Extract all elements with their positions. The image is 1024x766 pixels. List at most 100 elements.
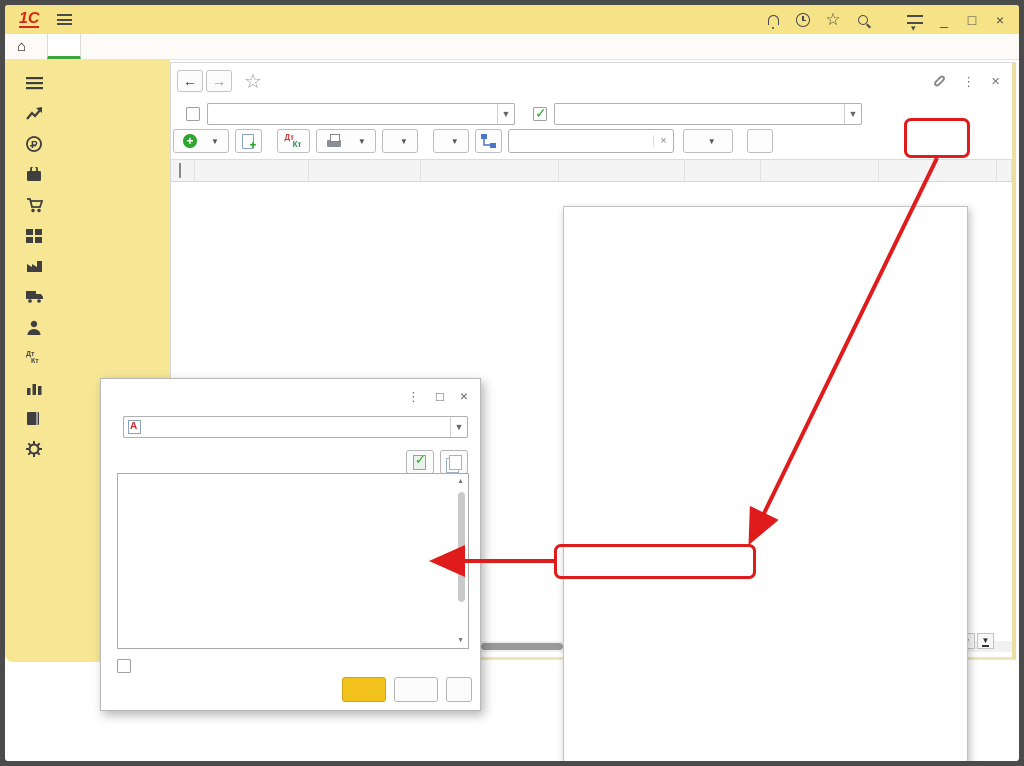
tab-home[interactable]: ⌂ <box>5 34 47 59</box>
context-menu <box>563 206 968 766</box>
notifications-icon[interactable] <box>763 10 783 30</box>
sidebar-item-zarplata-kadry[interactable] <box>5 312 170 343</box>
form-toolbar: +▼ ▼ ▼ ▼ × ▼ <box>171 127 1012 155</box>
bag-icon <box>26 167 43 182</box>
tab-bar: ⌂ <box>5 34 1019 60</box>
dialog-help-button[interactable] <box>446 677 472 702</box>
sidebar-item-prodazhi[interactable] <box>5 160 170 191</box>
check-all-button[interactable] <box>406 450 434 474</box>
trend-chart-icon <box>26 107 43 121</box>
person-icon <box>26 320 43 335</box>
sidebar-item-bank-kassa[interactable]: P <box>5 129 170 160</box>
tab-postuplenie[interactable] <box>47 34 81 59</box>
list-scroll-up-icon[interactable]: ▲ <box>457 478 464 485</box>
bar-chart-icon <box>26 381 43 395</box>
global-search-icon[interactable] <box>853 10 873 30</box>
list-scrollbar-thumb[interactable] <box>458 492 465 602</box>
filter-row: ▼ ▼ <box>171 101 1012 127</box>
sidebar-item-glavnoe[interactable] <box>5 68 170 99</box>
forward-button[interactable]: → <box>206 70 232 92</box>
search-input[interactable]: × <box>508 129 674 153</box>
chevron-down-icon[interactable]: ▼ <box>497 104 514 124</box>
related-documents-button[interactable] <box>475 129 502 153</box>
close-window-button[interactable]: × <box>991 12 1009 28</box>
print-button[interactable]: ▼ <box>316 129 376 153</box>
kontragent-checkbox[interactable] <box>186 107 200 121</box>
sidebar-item-sklad[interactable] <box>5 221 170 252</box>
sidebar-item-os-nma[interactable] <box>5 282 170 313</box>
sidebar-item-rukovoditelyu[interactable] <box>5 99 170 130</box>
dialog-menu-icon[interactable]: ⋮ <box>407 394 420 399</box>
kontragent-combo[interactable]: ▼ <box>207 103 515 125</box>
gear-icon <box>26 441 43 457</box>
column-header-sum[interactable] <box>559 160 685 181</box>
factory-icon <box>26 259 43 273</box>
sidebar-item-pokupki[interactable] <box>5 190 170 221</box>
list-scroll-down-icon[interactable]: ▼ <box>457 637 464 644</box>
column-header-currency[interactable] <box>685 160 761 181</box>
ruble-circle-icon: P <box>26 136 43 152</box>
column-header-warehouse[interactable] <box>879 160 997 181</box>
column-header-contractor[interactable] <box>421 160 559 181</box>
title-bar: 1С ☆ _ □ × <box>5 5 1019 34</box>
attachment-column-header[interactable] <box>171 160 195 181</box>
dt-kt-icon: ДтКт <box>26 351 43 365</box>
menu-lines-icon <box>26 76 43 90</box>
copy-button[interactable] <box>235 129 262 153</box>
copy-document-icon <box>239 133 257 149</box>
1c-logo-icon: 1С <box>19 11 39 28</box>
chevron-down-icon[interactable]: ▼ <box>844 104 861 124</box>
clear-search-icon[interactable]: × <box>653 135 666 147</box>
form-menu-icon[interactable]: ⋮ <box>962 79 975 84</box>
column-header-date[interactable] <box>195 160 309 181</box>
maximize-button[interactable]: □ <box>963 12 981 28</box>
favorites-icon[interactable]: ☆ <box>823 10 843 30</box>
app-window: 1С ☆ _ □ × ⌂ <box>0 0 1024 766</box>
minimize-button[interactable]: _ <box>935 12 953 28</box>
load-button[interactable]: ▼ <box>382 129 418 153</box>
more-button[interactable]: ▼ <box>683 129 733 153</box>
structure-icon <box>481 134 496 148</box>
output-to-combo[interactable]: ▼ <box>123 416 468 438</box>
main-menu-icon[interactable] <box>57 14 72 25</box>
cancel-button[interactable] <box>394 677 438 702</box>
form-header: ← → ☆ ⋮ × <box>171 63 1012 99</box>
output-list-dialog: ⋮ □ × ▼ ▲ ▼ <box>100 378 481 711</box>
column-header-vid[interactable] <box>997 160 1012 181</box>
paperclip-icon <box>179 163 181 178</box>
history-icon[interactable] <box>793 10 813 30</box>
dialog-maximize-icon[interactable]: □ <box>436 389 444 404</box>
uncheck-all-button[interactable] <box>440 450 468 474</box>
help-button[interactable] <box>747 129 773 153</box>
scrollbar-thumb[interactable] <box>481 643 563 650</box>
spreadsheet-document-icon <box>128 420 141 434</box>
table-header <box>171 159 1012 182</box>
sidebar-item-proizvodstvo[interactable] <box>5 251 170 282</box>
ok-button[interactable] <box>342 677 386 702</box>
favorite-star-icon[interactable]: ☆ <box>244 69 262 94</box>
org-combo[interactable]: ▼ <box>554 103 862 125</box>
get-link-icon[interactable] <box>933 74 946 87</box>
dialog-close-icon[interactable]: × <box>460 388 468 404</box>
back-button[interactable]: ← <box>177 70 203 92</box>
service-menu-icon[interactable] <box>905 10 925 30</box>
columns-list: ▲ ▼ <box>117 473 469 649</box>
create-based-on-button[interactable]: ▼ <box>433 129 469 153</box>
org-checkbox[interactable] <box>533 107 547 121</box>
only-selected-checkbox[interactable] <box>117 659 131 673</box>
grid-icon <box>26 229 43 243</box>
printer-icon <box>326 133 344 149</box>
home-icon: ⌂ <box>17 40 26 54</box>
chevron-down-icon[interactable]: ▼ <box>450 417 467 437</box>
dt-kt-button[interactable] <box>277 129 310 153</box>
book-icon <box>26 411 43 426</box>
column-header-number[interactable] <box>309 160 421 181</box>
plus-circle-icon: + <box>183 134 197 148</box>
column-header-invoice[interactable] <box>761 160 879 181</box>
dt-kt-icon <box>284 133 302 149</box>
scroll-to-end-button[interactable]: ▼ <box>977 633 994 649</box>
form-close-icon[interactable]: × <box>991 73 1000 90</box>
cart-icon <box>26 198 43 213</box>
new-receipt-button[interactable]: +▼ <box>173 129 229 153</box>
sidebar-item-operacii[interactable]: ДтКт <box>5 343 170 374</box>
